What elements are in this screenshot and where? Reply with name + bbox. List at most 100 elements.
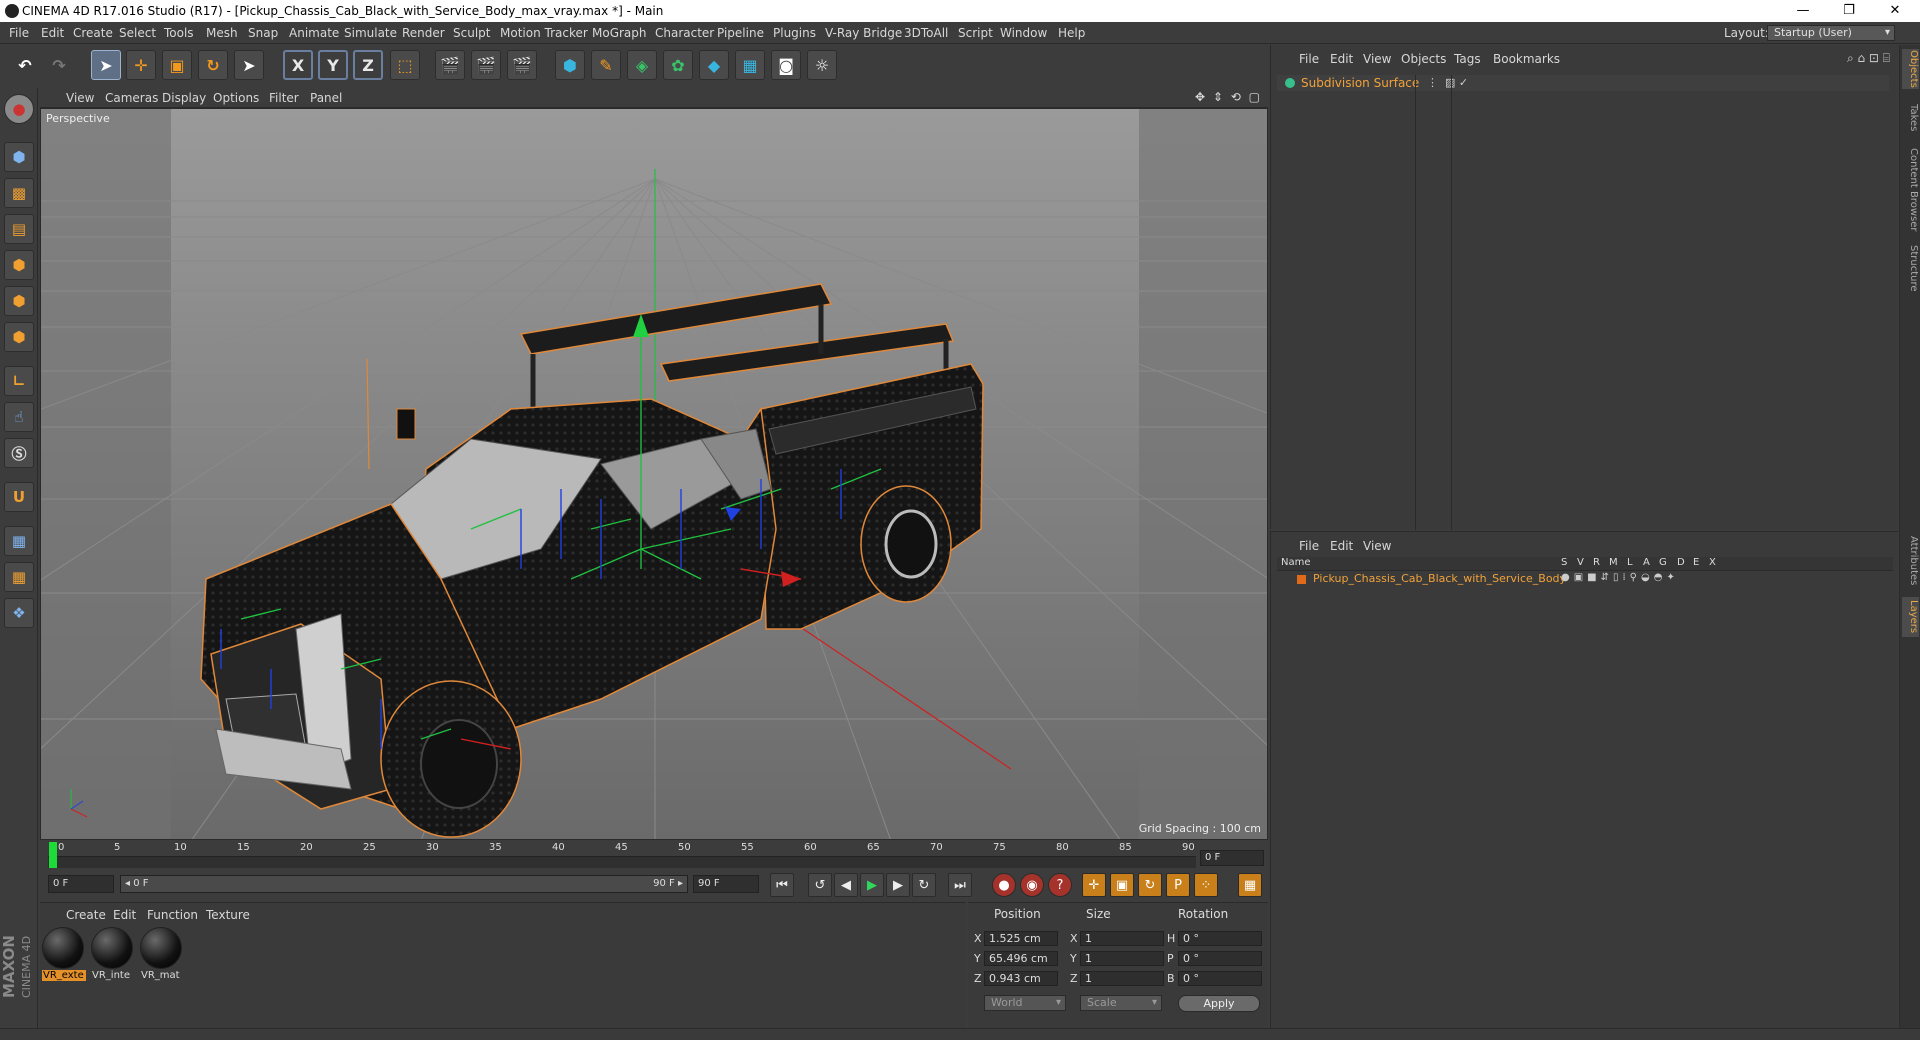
pos-y-field[interactable]: 65.496 cm xyxy=(984,951,1058,966)
menu-file[interactable]: File xyxy=(9,26,29,40)
enable-check-icon[interactable]: ▨ ✓ xyxy=(1445,76,1468,89)
go-to-end-icon[interactable]: ⏭ xyxy=(948,873,972,897)
close-button[interactable]: ✕ xyxy=(1872,0,1918,22)
minimize-button[interactable]: — xyxy=(1780,0,1826,22)
undo-icon[interactable]: ↶ xyxy=(10,50,40,80)
workplane-mode-icon[interactable]: ▤ xyxy=(4,214,34,244)
size-y-field[interactable]: 1 xyxy=(1080,951,1164,966)
tweak-mode-icon[interactable]: ☝ xyxy=(4,402,34,432)
model-mode-icon[interactable]: ⬢ xyxy=(4,142,34,172)
polygons-mode-icon[interactable]: ⬢ xyxy=(4,322,34,352)
material-menu-texture[interactable]: Texture xyxy=(206,908,250,922)
menu-tools[interactable]: Tools xyxy=(164,26,194,40)
perspective-viewport[interactable]: Perspective Grid Spacing : 100 cm xyxy=(40,108,1268,840)
object-row-subdivision-surface[interactable]: Subdivision Surface ⋮ ▨ ✓ xyxy=(1277,75,1889,91)
autokeying-icon[interactable]: ◉ xyxy=(1020,873,1044,897)
om-search-home-icons[interactable]: ⌕ ⌂ ⊡ ⌸ xyxy=(1847,51,1890,66)
keyframe-selection-icon[interactable]: ? xyxy=(1048,873,1072,897)
material-menu-function[interactable]: Function xyxy=(147,908,198,922)
visibility-dots-icon[interactable]: ⋮ xyxy=(1427,76,1438,89)
material-menu-edit[interactable]: Edit xyxy=(113,908,136,922)
apply-button[interactable]: Apply xyxy=(1178,995,1260,1012)
pos-z-field[interactable]: 0.943 cm xyxy=(984,971,1058,986)
menu-mesh[interactable]: Mesh xyxy=(206,26,238,40)
menu-snap[interactable]: Snap xyxy=(248,26,278,40)
axis-mode-icon[interactable]: ∟ xyxy=(4,366,34,396)
deformer-icon[interactable]: ◆ xyxy=(699,50,729,80)
viewport-menu-panel[interactable]: Panel xyxy=(310,91,342,105)
layer-toggle-icons[interactable]: ●▣■⇵▯⁞⚲◒◓✦ xyxy=(1561,572,1679,583)
menu-pipeline[interactable]: Pipeline xyxy=(717,26,764,40)
timeline[interactable]: 0 5 10 15 20 25 30 35 40 45 50 55 60 65 … xyxy=(40,842,1268,870)
coordinate-space-select[interactable]: World xyxy=(984,995,1066,1011)
timeline-cursor[interactable] xyxy=(49,842,57,868)
z-axis-icon[interactable]: Z xyxy=(353,50,383,80)
menu-simulate[interactable]: Simulate xyxy=(344,26,397,40)
om-menu-edit[interactable]: Edit xyxy=(1330,52,1353,66)
lm-menu-file[interactable]: File xyxy=(1299,539,1319,553)
viewport-menu-options[interactable]: Options xyxy=(213,91,259,105)
material-swatch[interactable]: VR_inte xyxy=(91,927,135,983)
select-icon[interactable]: ➤ xyxy=(91,50,121,80)
rot-p-field[interactable]: 0 ° xyxy=(1178,951,1262,966)
timeline-ruler[interactable] xyxy=(48,856,1196,868)
menu-help[interactable]: Help xyxy=(1058,26,1085,40)
texture-mode-icon[interactable]: ▩ xyxy=(4,178,34,208)
menu-window[interactable]: Window xyxy=(1000,26,1047,40)
pen-spline-icon[interactable]: ✎ xyxy=(591,50,621,80)
layer-row[interactable]: Pickup_Chassis_Cab_Black_with_Service_Bo… xyxy=(1277,572,1893,587)
previous-frame-icon[interactable]: ◀ xyxy=(834,873,858,897)
tab-attributes[interactable]: Attributes xyxy=(1902,533,1919,589)
layer-color-swatch[interactable] xyxy=(1297,575,1306,584)
menu-sculpt[interactable]: Sculpt xyxy=(453,26,490,40)
menu-animate[interactable]: Animate xyxy=(289,26,339,40)
coordinate-system-icon[interactable]: ⬚ xyxy=(390,50,420,80)
render-view-icon[interactable]: 🎬 xyxy=(435,50,465,80)
key-scale-icon[interactable]: ▣ xyxy=(1110,873,1134,897)
key-point-level-icon[interactable]: ⁘ xyxy=(1194,873,1218,897)
viewport-menu-filter[interactable]: Filter xyxy=(269,91,299,105)
planar-workplane-icon[interactable]: ▦ xyxy=(4,562,34,592)
subdivision-icon[interactable]: ◈ xyxy=(627,50,657,80)
material-swatch[interactable]: VR_mat xyxy=(140,927,184,983)
menu-render[interactable]: Render xyxy=(402,26,445,40)
key-parameter-icon[interactable]: P xyxy=(1166,873,1190,897)
key-position-icon[interactable]: ✛ xyxy=(1082,873,1106,897)
python-icon[interactable]: ❖ xyxy=(4,598,34,628)
tab-objects[interactable]: Objects xyxy=(1902,49,1919,89)
restore-button[interactable]: ❐ xyxy=(1826,0,1872,22)
points-mode-icon[interactable]: ⬢ xyxy=(4,250,34,280)
viewport-menu-display[interactable]: Display xyxy=(162,91,206,105)
enable-snap-icon[interactable]: U xyxy=(4,482,34,512)
menu-select[interactable]: Select xyxy=(119,26,156,40)
menu-motion-tracker[interactable]: Motion Tracker xyxy=(500,26,588,40)
tab-structure[interactable]: Structure xyxy=(1902,241,1919,295)
om-menu-objects[interactable]: Objects xyxy=(1401,52,1446,66)
y-axis-icon[interactable]: Y xyxy=(318,50,348,80)
end-frame-field[interactable]: 90 F xyxy=(693,875,759,893)
edges-mode-icon[interactable]: ⬢ xyxy=(4,286,34,316)
viewport-menu-view[interactable]: View xyxy=(66,91,94,105)
tab-takes[interactable]: Takes xyxy=(1902,101,1919,135)
camera-icon[interactable]: ◙ xyxy=(771,50,801,80)
solo-mode-icon[interactable]: Ⓢ xyxy=(4,438,34,468)
cube-icon[interactable]: ⬢ xyxy=(555,50,585,80)
om-menu-file[interactable]: File xyxy=(1299,52,1319,66)
frame-range-slider[interactable]: ◂ 0 F 90 F ▸ xyxy=(120,875,688,893)
pos-x-field[interactable]: 1.525 cm xyxy=(984,931,1058,946)
menu-vray-bridge[interactable]: V-Ray Bridge xyxy=(825,26,902,40)
menu-script[interactable]: Script xyxy=(958,26,993,40)
material-swatch[interactable]: VR_exte xyxy=(42,927,86,983)
om-menu-bookmarks[interactable]: Bookmarks xyxy=(1493,52,1560,66)
floor-icon[interactable]: ▦ xyxy=(735,50,765,80)
render-settings-icon[interactable]: 🎬 xyxy=(507,50,537,80)
redo-icon[interactable]: ↷ xyxy=(44,50,74,80)
menu-edit[interactable]: Edit xyxy=(41,26,64,40)
play-icon[interactable]: ▶ xyxy=(860,873,884,897)
array-icon[interactable]: ✿ xyxy=(663,50,693,80)
size-x-field[interactable]: 1 xyxy=(1080,931,1164,946)
light-icon[interactable]: ☼ xyxy=(807,50,837,80)
start-frame-field[interactable]: 0 F xyxy=(48,875,114,893)
viewport-navigation-icons[interactable]: ✥ ⇕ ⟲ ▢ xyxy=(1195,90,1262,104)
tab-content-browser[interactable]: Content Browser xyxy=(1902,145,1919,235)
